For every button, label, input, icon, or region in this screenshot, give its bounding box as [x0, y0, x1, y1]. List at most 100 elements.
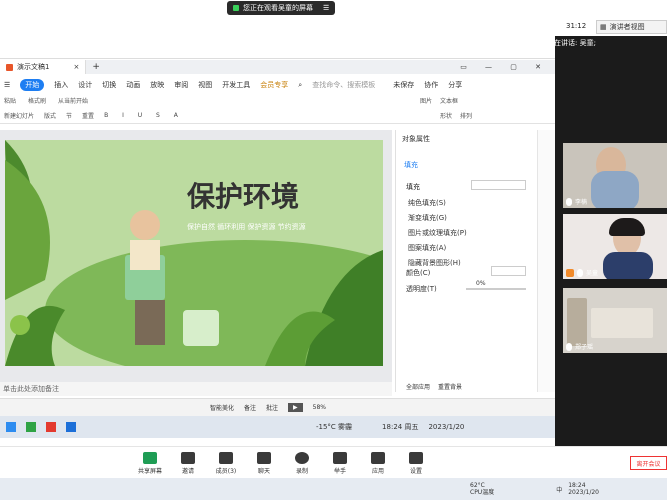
fill-section-title: 填充 [406, 183, 420, 191]
app-icon[interactable] [26, 422, 36, 432]
participant-name: 李楠 [575, 199, 588, 206]
apply-all-button[interactable]: 全部应用 [406, 382, 430, 391]
paste-button[interactable]: 粘贴 [4, 96, 16, 105]
menu-insert[interactable]: 插入 [54, 80, 68, 90]
format-painter-button[interactable]: 格式刷 [28, 96, 46, 105]
collab-button[interactable]: 协作 [424, 80, 438, 90]
comments-toggle[interactable]: 批注 [266, 403, 278, 412]
window-controls: ▭ — ▢ ✕ [460, 63, 549, 71]
menu-developer[interactable]: 开发工具 [222, 80, 250, 90]
members-button[interactable]: 成员(3) [208, 451, 244, 475]
share-status-text: 您正在观看吴童的屏幕 [243, 4, 313, 12]
mic-icon [566, 342, 572, 351]
slide-subtitle: 保护自然 循环利用 保护资源 节约资源 [187, 223, 306, 231]
settings-button[interactable]: 设置 [398, 451, 434, 475]
fill-tab[interactable]: 填充 [404, 160, 418, 170]
document-tab[interactable]: 演示文稿1 × [0, 60, 87, 74]
apps-icon [371, 451, 385, 464]
speaker-view-label: 演讲者视图 [609, 23, 645, 31]
menu-slideshow[interactable]: 放映 [150, 80, 164, 90]
leave-meeting-button[interactable]: 离开会议 [630, 456, 667, 470]
textbox-button[interactable]: 文本框 [440, 96, 458, 105]
menu-vip[interactable]: 会员专享 [260, 80, 288, 90]
share-icon [143, 451, 157, 464]
notes-area[interactable]: 单击此处添加备注 [0, 382, 392, 396]
menu-home[interactable]: 开始 [20, 79, 45, 91]
meeting-timer: 31:12 [566, 22, 587, 30]
layout-button[interactable]: 版式 [44, 111, 56, 120]
close-icon[interactable]: × [73, 63, 79, 71]
app-icon[interactable] [46, 422, 56, 432]
fill-option-gradient[interactable]: 渐变填充(G) [408, 213, 467, 223]
speaker-view-button[interactable]: ▦ 演讲者视图 [596, 20, 667, 34]
weather-widget[interactable]: -15°C 雾霾 [316, 422, 352, 432]
side-tool-rail [537, 130, 555, 392]
taskbar-clock: 18:24 周五 [382, 423, 419, 431]
play-icon[interactable]: ▶ [288, 403, 303, 412]
fill-option-pattern[interactable]: 图案填充(A) [408, 243, 467, 253]
menu-design[interactable]: 设计 [78, 80, 92, 90]
members-icon [219, 451, 233, 464]
menu-transition[interactable]: 切换 [102, 80, 116, 90]
grid-icon: ▦ [600, 23, 607, 31]
fill-dropdown[interactable] [471, 180, 526, 190]
invite-button[interactable]: 邀请 [170, 451, 206, 475]
color-dropdown[interactable] [491, 266, 526, 276]
arrange-button[interactable]: 排列 [460, 111, 472, 120]
menu-icon[interactable]: ☰ [323, 4, 329, 12]
fill-option-solid[interactable]: 纯色填充(S) [408, 198, 467, 208]
status-bar: 智能美化 备注 批注 ▶ 58% [0, 398, 555, 416]
ribbon-menu: ☰ 开始 插入 设计 切换 动画 放映 审阅 视图 开发工具 会员专享 ⌕ 查找… [0, 78, 555, 92]
app-icon[interactable] [66, 422, 76, 432]
app-icon[interactable] [6, 422, 16, 432]
picture-button[interactable]: 图片 [420, 96, 432, 105]
raise-hand-button[interactable]: 举手 [322, 451, 358, 475]
menu-animation[interactable]: 动画 [126, 80, 140, 90]
record-icon [295, 451, 309, 464]
mic-icon [566, 197, 572, 206]
windows-taskbar: -15°C 雾霾 18:24 周五 2023/1/20 [0, 416, 555, 438]
share-button[interactable]: 分享 [448, 80, 462, 90]
ime-indicator[interactable]: 中 [556, 485, 562, 494]
play-from-current-button[interactable]: 从当前开始 [58, 96, 88, 105]
record-button[interactable]: 录制 [284, 451, 320, 475]
save-status[interactable]: 未保存 [393, 80, 414, 90]
notes-toggle[interactable]: 备注 [244, 403, 256, 412]
hamburger-menu-icon[interactable]: ☰ [4, 81, 10, 89]
font-style-buttons[interactable]: B I U S A [104, 112, 184, 119]
video-tile[interactable]: 吴童 [563, 214, 667, 279]
speaking-label: 正在讲话: 吴童; [547, 39, 596, 47]
new-slide-button[interactable]: 新建幻灯片 [4, 111, 34, 120]
fill-option-picture[interactable]: 图片或纹理填充(P) [408, 228, 467, 238]
reset-background-button[interactable]: 重置背景 [438, 382, 462, 391]
video-tile[interactable]: 郑子瑶 [563, 288, 667, 353]
hide-background-checkbox[interactable]: 隐藏背景图形(H) [408, 258, 467, 268]
menu-review[interactable]: 审阅 [174, 80, 188, 90]
share-screen-button[interactable]: 共享屏幕 [132, 451, 168, 475]
slide[interactable]: 保护环境 保护自然 循环利用 保护资源 节约资源 [5, 140, 383, 366]
cpu-temp: 62°C CPU温度 [470, 482, 495, 496]
slide-artwork [5, 140, 383, 366]
video-tile[interactable]: 李楠 [563, 143, 667, 208]
transparency-slider[interactable] [466, 288, 526, 290]
zoom-level[interactable]: 58% [313, 404, 326, 411]
search-input[interactable]: 查找命令、搜索模板 [312, 80, 375, 90]
participant-name: 吴童 [586, 270, 599, 277]
section-button[interactable]: 节 [66, 111, 72, 120]
reset-button[interactable]: 重置 [82, 111, 94, 120]
presentation-icon [6, 63, 13, 71]
apps-button[interactable]: 应用 [360, 451, 396, 475]
participant-name: 郑子瑶 [575, 344, 594, 351]
avatar-icon [566, 268, 574, 277]
chat-icon [257, 451, 271, 464]
menu-view[interactable]: 视图 [198, 80, 212, 90]
shape-button[interactable]: 形状 [440, 111, 452, 120]
taskbar-date: 2023/1/20 [428, 423, 465, 431]
new-tab-icon[interactable]: + [92, 62, 100, 72]
chat-button[interactable]: 聊天 [246, 451, 282, 475]
color-label: 颜色(C) [406, 269, 431, 277]
panel-title: 对象属性 [402, 135, 430, 143]
hand-icon [333, 451, 347, 464]
smart-beautify-button[interactable]: 智能美化 [210, 403, 234, 412]
speaking-indicator: 正在讲话: 吴童; [538, 36, 596, 50]
